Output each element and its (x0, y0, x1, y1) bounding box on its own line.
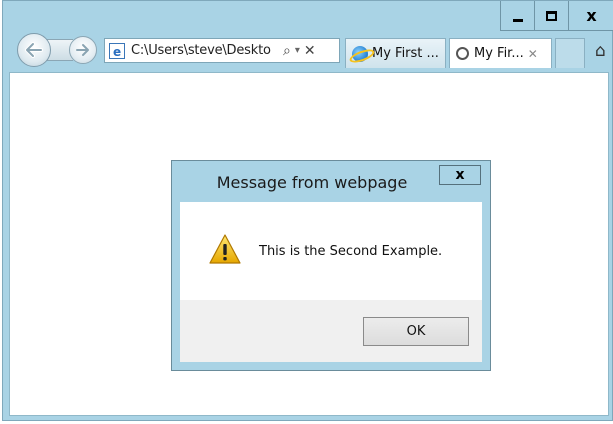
dialog-footer: OK (180, 300, 482, 362)
forward-arrow-icon (76, 44, 89, 56)
new-tab-button[interactable] (555, 38, 585, 68)
minimize-button[interactable] (500, 1, 534, 31)
svg-text:e: e (113, 45, 121, 58)
home-icon[interactable]: ⌂ (595, 41, 606, 61)
address-dropdown-icon[interactable]: ▾ (295, 45, 300, 56)
address-text[interactable]: C:\Users\steve\Deskto (131, 43, 279, 58)
ie-icon (352, 45, 368, 62)
forward-button[interactable] (69, 36, 97, 64)
dialog-body: This is the Second Example. (180, 202, 482, 300)
warning-icon (209, 234, 241, 264)
maximize-button[interactable] (534, 1, 568, 31)
tab-close-icon[interactable]: ✕ (528, 47, 538, 61)
close-window-button[interactable]: x (568, 1, 613, 31)
back-arrow-icon (25, 42, 43, 58)
loading-icon (456, 47, 469, 60)
stop-icon[interactable]: ✕ (304, 43, 316, 59)
dialog-title: Message from webpage (216, 173, 408, 192)
close-icon: x (586, 6, 597, 25)
ok-button[interactable]: OK (363, 317, 469, 346)
maximize-icon (546, 10, 557, 21)
dialog-close-button[interactable]: x (439, 165, 481, 185)
minimize-icon (512, 19, 523, 22)
dialog-message: This is the Second Example. (259, 244, 443, 259)
close-icon: x (455, 167, 465, 183)
tab-label: My Fir... (474, 46, 524, 61)
back-button[interactable] (17, 33, 51, 67)
search-icon[interactable]: ⌕ (283, 43, 291, 59)
tab-my-first[interactable]: My First ... (345, 38, 446, 68)
message-dialog: Message from webpage x This is the Secon… (171, 160, 491, 371)
tab-label: My First ... (372, 46, 439, 61)
page-icon: e (109, 42, 125, 59)
tab-my-first-active[interactable]: My Fir... ✕ (449, 38, 552, 68)
address-bar[interactable]: e C:\Users\steve\Deskto ⌕ ▾ ✕ (104, 38, 340, 63)
